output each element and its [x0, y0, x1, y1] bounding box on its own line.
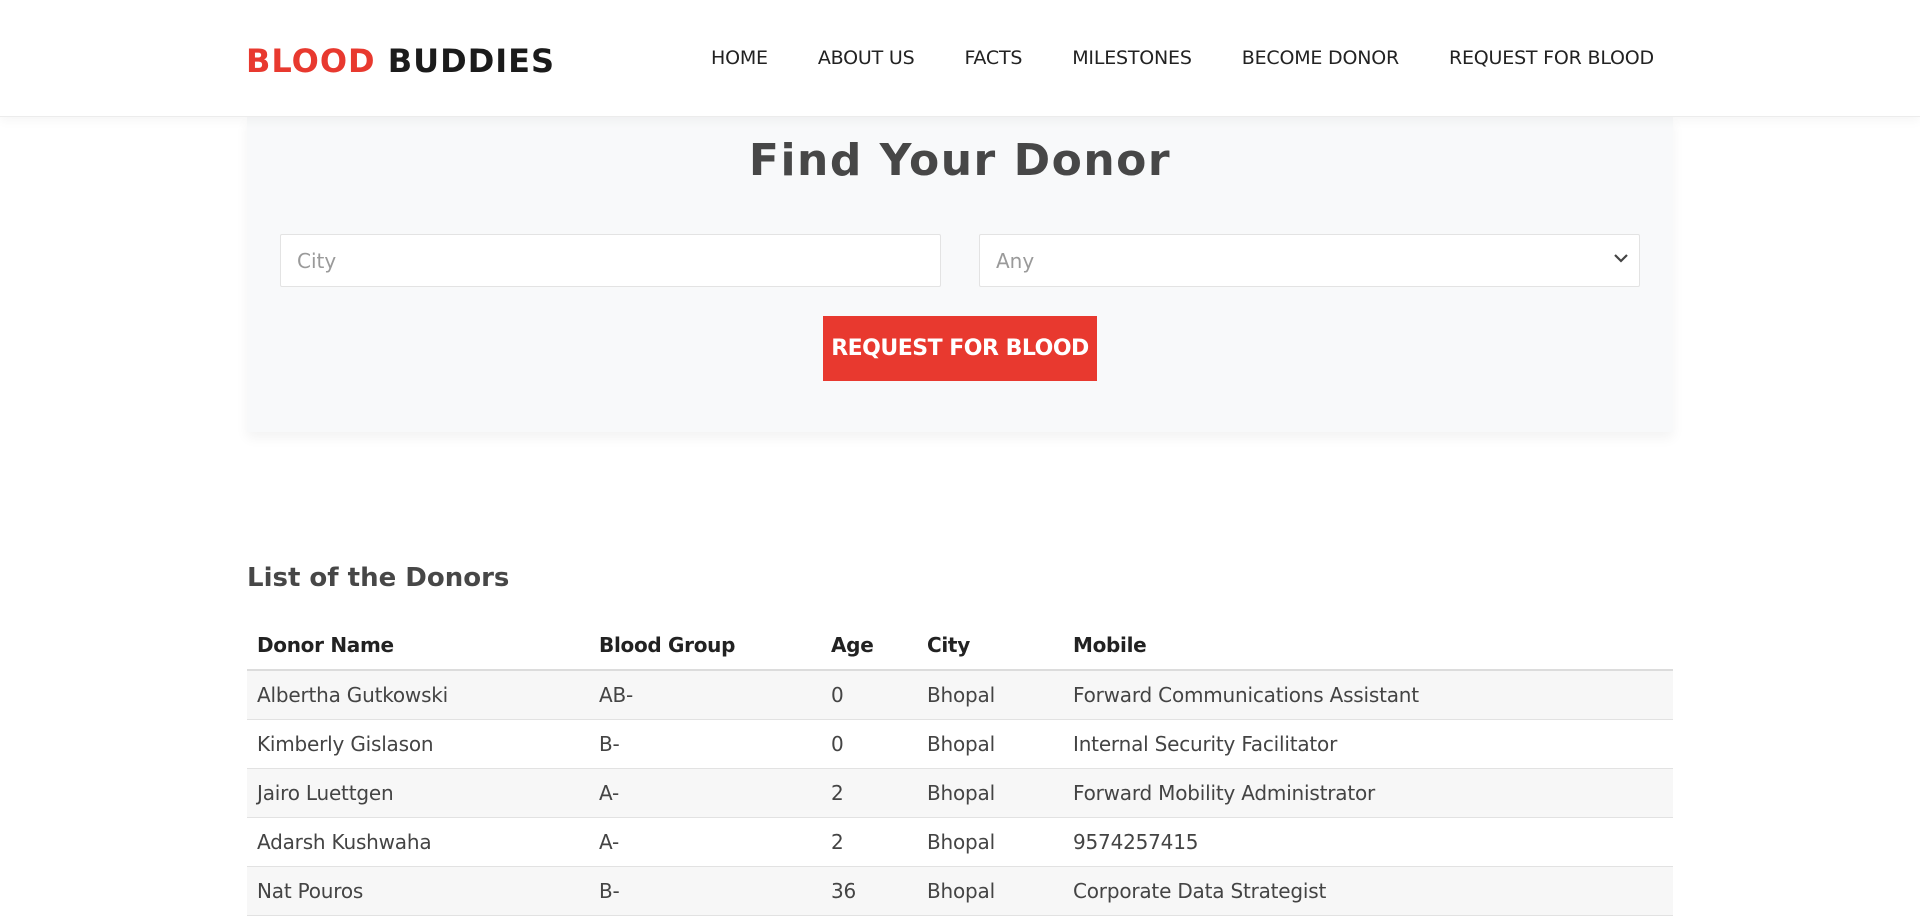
brand-logo-part1: BLOOD: [246, 42, 376, 80]
blood-group-select[interactable]: Any: [979, 234, 1640, 287]
table-header-row: Donor Name Blood Group Age City Mobile: [247, 620, 1673, 671]
chevron-down-icon: [1613, 249, 1629, 269]
main-nav: HOME ABOUT US FACTS MILESTONES BECOME DO…: [711, 45, 1654, 71]
cell-donor-name: Jairo Luettgen: [247, 768, 589, 818]
cell-city: Bhopal: [917, 768, 1063, 818]
nav-facts[interactable]: FACTS: [964, 45, 1022, 71]
cell-blood-group: B-: [589, 866, 821, 916]
request-for-blood-button[interactable]: REQUEST FOR BLOOD: [823, 316, 1097, 381]
cell-age: 0: [821, 670, 917, 720]
column-header-donor-name: Donor Name: [247, 620, 589, 671]
cell-city: Bhopal: [917, 866, 1063, 916]
table-row: Jairo Luettgen A- 2 Bhopal Forward Mobil…: [247, 768, 1673, 818]
donor-list-title: List of the Donors: [247, 563, 510, 593]
cell-blood-group: B-: [589, 719, 821, 769]
column-header-city: City: [917, 620, 1063, 671]
cell-mobile: 9574257415: [1063, 817, 1673, 867]
nav-milestones[interactable]: MILESTONES: [1072, 45, 1192, 71]
cell-mobile: Corporate Data Strategist: [1063, 866, 1673, 916]
cell-mobile: Internal Security Facilitator: [1063, 719, 1673, 769]
cell-blood-group: A-: [589, 768, 821, 818]
cell-donor-name: Kimberly Gislason: [247, 719, 589, 769]
cell-age: 0: [821, 719, 917, 769]
find-donor-panel: Find Your Donor Any REQUEST FOR BLOOD: [247, 117, 1673, 432]
cell-age: 36: [821, 866, 917, 916]
table-row: Adarsh Kushwaha A- 2 Bhopal 9574257415: [247, 817, 1673, 867]
cell-donor-name: Adarsh Kushwaha: [247, 817, 589, 867]
nav-become-donor[interactable]: BECOME DONOR: [1242, 45, 1399, 71]
table-row: Kimberly Gislason B- 0 Bhopal Internal S…: [247, 719, 1673, 769]
cell-city: Bhopal: [917, 719, 1063, 769]
nav-request-for-blood[interactable]: REQUEST FOR BLOOD: [1449, 45, 1654, 71]
cell-city: Bhopal: [917, 817, 1063, 867]
cell-age: 2: [821, 768, 917, 818]
column-header-blood-group: Blood Group: [589, 620, 821, 671]
cell-donor-name: Nat Pouros: [247, 866, 589, 916]
cell-blood-group: A-: [589, 817, 821, 867]
cell-blood-group: AB-: [589, 670, 821, 720]
brand-logo-part2: BUDDIES: [387, 42, 556, 80]
donor-table: Donor Name Blood Group Age City Mobile A…: [247, 620, 1673, 916]
cell-age: 2: [821, 817, 917, 867]
column-header-age: Age: [821, 620, 917, 671]
table-row: Nat Pouros B- 36 Bhopal Corporate Data S…: [247, 866, 1673, 916]
blood-group-selected-value: Any: [996, 248, 1035, 273]
column-header-mobile: Mobile: [1063, 620, 1673, 671]
cell-city: Bhopal: [917, 670, 1063, 720]
brand-logo[interactable]: BLOOD BUDDIES: [246, 41, 555, 81]
cell-mobile: Forward Communications Assistant: [1063, 670, 1673, 720]
table-row: Albertha Gutkowski AB- 0 Bhopal Forward …: [247, 670, 1673, 720]
cell-donor-name: Albertha Gutkowski: [247, 670, 589, 720]
find-donor-title: Find Your Donor: [748, 135, 1172, 186]
city-input[interactable]: [280, 234, 941, 287]
nav-about-us[interactable]: ABOUT US: [818, 45, 915, 71]
nav-home[interactable]: HOME: [711, 45, 768, 71]
cell-mobile: Forward Mobility Administrator: [1063, 768, 1673, 818]
site-header: BLOOD BUDDIES HOME ABOUT US FACTS MILEST…: [0, 0, 1920, 117]
